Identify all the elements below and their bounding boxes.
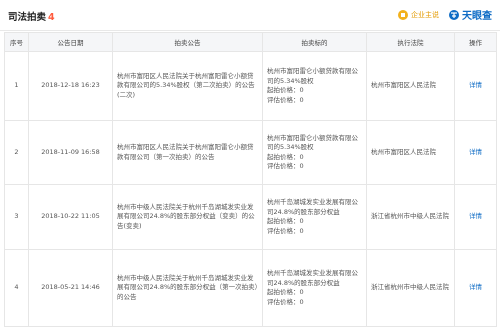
table-row: 3 2018-10-22 11:05 杭州市中级人民法院关于杭州千岛湖城发实业发… [4,184,497,250]
target-name: 杭州千岛湖城发实业发展有限公司24.8%的股东部分权益 [267,269,358,287]
column-header-action: 操作 [454,32,497,52]
auction-table: 序号 公告日期 拍卖公告 拍卖标的 执行法院 操作 1 2018-12-18 1… [4,32,497,327]
row-action-cell: 详情 [454,249,497,327]
column-header-court: 执行法院 [366,32,455,52]
tianyancha-logo-icon [449,9,459,20]
row-notice: 杭州市中级人民法院关于杭州千岛湖城发实业发展有限公司24.8%的股东部分权益（变… [112,184,263,250]
column-header-target: 拍卖标的 [262,32,367,52]
row-notice: 杭州市富阳区人民法院关于杭州富阳雷仑小额贷款有限公司（第一次拍卖）的公告 [112,120,263,185]
detail-link[interactable]: 详情 [469,212,482,220]
table-row: 1 2018-12-18 16:23 杭州市富阳区人民法院关于杭州富阳雷仑小额贷… [4,51,497,121]
table-row: 4 2018-05-21 14:46 杭州市中级人民法院关于杭州千岛湖城发实业发… [4,249,497,327]
tianyancha-brand-label: 天眼查 [462,11,492,22]
target-start-price: 起拍价格：0 [267,217,304,225]
row-action-cell: 详情 [454,120,497,185]
row-index: 1 [4,51,29,121]
row-court: 杭州市富阳区人民法院 [366,51,455,121]
detail-link[interactable]: 详情 [469,148,482,156]
target-start-price: 起拍价格：0 [267,86,304,94]
row-date: 2018-10-22 11:05 [28,184,113,250]
target-name: 杭州千岛湖城发实业发展有限公司24.8%的股东部分权益 [267,198,358,216]
tianyancha-brand[interactable]: 天眼查 [449,7,492,22]
target-name: 杭州市富阳雷仑小额贷款有限公司的5.34%股权 [267,67,358,85]
target-eval-price: 评估价格：0 [267,226,304,235]
row-date: 2018-11-09 16:58 [28,120,113,185]
row-action-cell: 详情 [454,184,497,250]
section-title: 司法拍卖 4 [8,9,55,23]
target-start-price: 起拍价格：0 [267,152,304,161]
section-title-text: 司法拍卖 [8,12,47,23]
detail-link[interactable]: 详情 [469,81,482,89]
target-start-price: 起拍价格：0 [267,288,304,296]
row-court: 浙江省杭州市中级人民法院 [366,249,455,327]
row-index: 4 [4,249,29,327]
row-court: 杭州市富阳区人民法院 [366,120,455,185]
row-target: 杭州千岛湖城发实业发展有限公司24.8%的股东部分权益 起拍价格：0 评估价格：… [262,184,367,250]
enterprise-brand-label: 企业主说 [411,10,439,19]
column-header-notice: 拍卖公告 [112,32,263,52]
column-header-date: 公告日期 [28,32,113,52]
enterprise-brand[interactable]: 企业主说 [398,9,439,20]
record-count: 4 [48,12,55,23]
target-eval-price: 评估价格：0 [267,95,304,104]
brand-area: 企业主说 天眼查 [398,7,492,22]
enterprise-logo-icon [398,9,408,20]
row-court: 浙江省杭州市中级人民法院 [366,184,455,250]
row-index: 3 [4,184,29,250]
detail-link[interactable]: 详情 [469,283,482,291]
table-header-row: 序号 公告日期 拍卖公告 拍卖标的 执行法院 操作 [4,32,497,52]
row-action-cell: 详情 [454,51,497,121]
section-header: 司法拍卖 4 企业主说 天眼查 [0,0,500,31]
target-eval-price: 评估价格：0 [267,297,304,306]
row-target: 杭州千岛湖城发实业发展有限公司24.8%的股东部分权益 起拍价格：0 评估价格：… [262,249,367,327]
target-eval-price: 评估价格：0 [267,162,304,170]
row-notice: 杭州市富阳区人民法院关于杭州富阳雷仑小额贷款有限公司的5.34%股权（第二次拍卖… [112,51,263,121]
row-notice: 杭州市中级人民法院关于杭州千岛湖城发实业发展有限公司24.8%的股东部分权益（第… [112,249,263,327]
column-header-index: 序号 [4,32,29,52]
row-target: 杭州市富阳雷仑小额贷款有限公司的5.34%股权 起拍价格：0 评估价格：0 [262,120,367,185]
target-name: 杭州市富阳雷仑小额贷款有限公司的5.34%股权 [267,133,358,152]
row-date: 2018-12-18 16:23 [28,51,113,121]
row-index: 2 [4,120,29,185]
row-target: 杭州市富阳雷仑小额贷款有限公司的5.34%股权 起拍价格：0 评估价格：0 [262,51,367,121]
table-row: 2 2018-11-09 16:58 杭州市富阳区人民法院关于杭州富阳雷仑小额贷… [4,120,497,185]
row-date: 2018-05-21 14:46 [28,249,113,327]
